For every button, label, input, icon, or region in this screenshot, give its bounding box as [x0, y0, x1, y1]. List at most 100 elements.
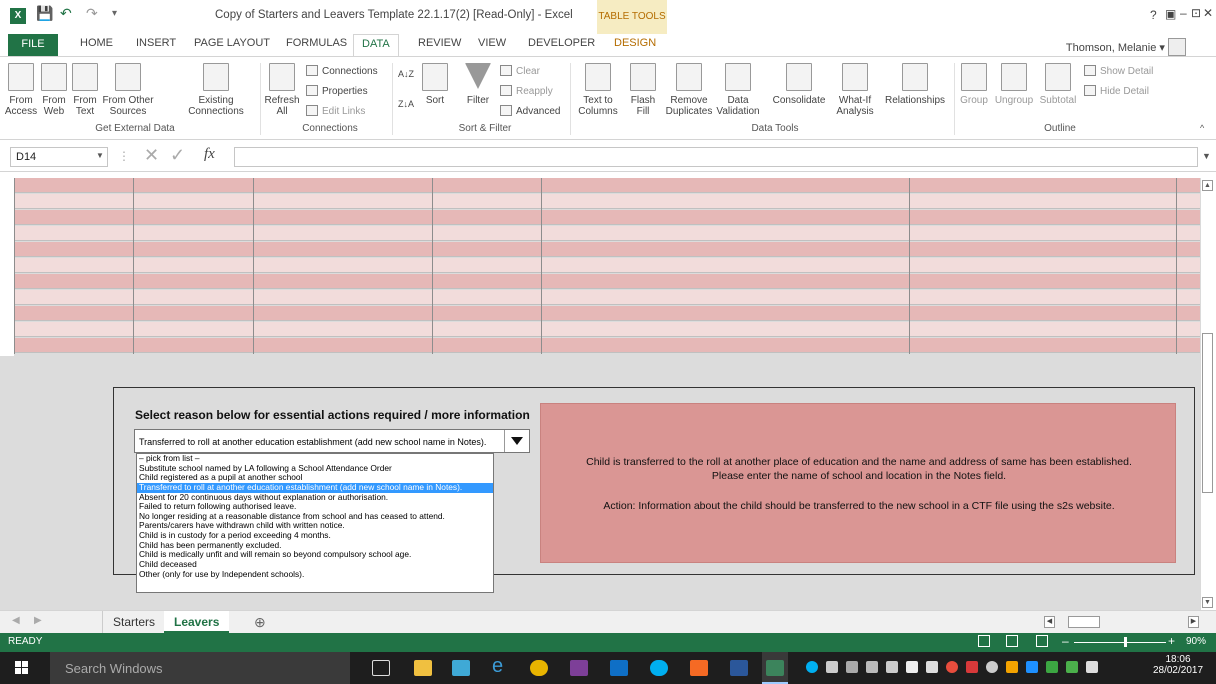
ribbon-display-icon[interactable]: ▣ — [1165, 7, 1176, 21]
reason-combobox[interactable]: Transferred to roll at another education… — [134, 429, 530, 453]
table-row[interactable] — [14, 338, 1200, 353]
show-detail-button[interactable]: Show Detail — [1084, 65, 1153, 77]
enter-icon[interactable]: ✓ — [170, 145, 185, 166]
normal-view-icon[interactable] — [978, 635, 990, 647]
existing-connections-button[interactable]: Existing Connections — [188, 63, 244, 117]
consolidate-button[interactable]: Consolidate — [768, 63, 830, 106]
sheet-tab-starters[interactable]: Starters — [102, 611, 165, 633]
tab-review[interactable]: REVIEW — [418, 37, 461, 49]
formula-input[interactable] — [234, 147, 1198, 167]
tray-network-icon[interactable] — [846, 661, 858, 673]
name-box-dropdown-icon[interactable]: ▼ — [96, 151, 104, 160]
scrollbar-thumb[interactable] — [1202, 333, 1213, 493]
file-explorer-icon[interactable] — [414, 660, 432, 676]
tray-mail-icon[interactable] — [906, 661, 918, 673]
zoom-out-icon[interactable]: – — [1062, 634, 1069, 648]
tab-home[interactable]: HOME — [80, 37, 113, 49]
zoom-in-icon[interactable]: + — [1168, 634, 1175, 648]
remove-duplicates-button[interactable]: Remove Duplicates — [664, 63, 714, 117]
table-row[interactable] — [14, 258, 1200, 273]
clear-button[interactable]: Clear — [500, 65, 540, 77]
tray-red-icon[interactable] — [946, 661, 958, 673]
from-text-button[interactable]: From Text — [70, 63, 100, 117]
undo-icon[interactable]: ↶ — [60, 5, 72, 27]
relationships-button[interactable]: Relationships — [882, 63, 948, 106]
ungroup-button[interactable]: Ungroup — [992, 63, 1036, 106]
data-validation-button[interactable]: Data Validation — [714, 63, 762, 117]
outlook-icon[interactable] — [610, 660, 628, 676]
horizontal-scroll-thumb[interactable] — [1068, 616, 1100, 628]
zoom-level[interactable]: 90% — [1186, 636, 1206, 647]
prev-sheet-icon[interactable]: ◀ — [12, 615, 20, 626]
tray-app-icon[interactable] — [926, 661, 938, 673]
page-break-view-icon[interactable] — [1036, 635, 1048, 647]
group-button[interactable]: Group — [958, 63, 990, 106]
table-row[interactable] — [14, 306, 1200, 321]
flash-fill-button[interactable]: Flash Fill — [628, 63, 658, 117]
dropdown-option[interactable]: Other (only for use by Independent schoo… — [137, 569, 493, 580]
cancel-icon[interactable]: ✕ — [144, 145, 159, 166]
minimize-icon[interactable]: – — [1180, 6, 1187, 20]
sort-button[interactable]: Sort — [420, 63, 450, 106]
scroll-up-icon[interactable]: ▲ — [1202, 180, 1213, 191]
combobox-dropdown-icon[interactable] — [504, 430, 529, 452]
collapse-ribbon-icon[interactable]: ^ — [1200, 123, 1204, 133]
task-view-icon[interactable] — [372, 660, 390, 676]
reason-dropdown-list[interactable]: – pick from list – Substitute school name… — [136, 453, 494, 593]
subtotal-button[interactable]: Subtotal — [1038, 63, 1078, 106]
table-row[interactable] — [14, 210, 1200, 225]
sort-a-z-icon[interactable]: A↓Z — [398, 69, 414, 79]
next-sheet-icon[interactable]: ▶ — [34, 615, 42, 626]
table-row[interactable] — [14, 290, 1200, 305]
save-icon[interactable]: 💾 — [36, 5, 53, 27]
table-row[interactable] — [14, 242, 1200, 257]
tray-volume-icon[interactable] — [886, 661, 898, 673]
page-layout-view-icon[interactable] — [1006, 635, 1018, 647]
sort-z-a-icon[interactable]: Z↓A — [398, 99, 414, 109]
from-other-sources-button[interactable]: From Other Sources — [100, 63, 156, 117]
avatar[interactable] — [1168, 38, 1186, 56]
table-row[interactable] — [14, 322, 1200, 337]
table-row[interactable] — [14, 274, 1200, 289]
tab-formulas[interactable]: FORMULAS — [286, 37, 347, 49]
tray-keyboard-icon[interactable] — [1086, 661, 1098, 673]
chrome-icon[interactable] — [530, 660, 548, 676]
tab-design[interactable]: DESIGN — [614, 37, 656, 49]
tab-page-layout[interactable]: PAGE LAYOUT — [194, 37, 270, 49]
text-to-columns-button[interactable]: Text to Columns — [578, 63, 618, 117]
word-icon[interactable] — [730, 660, 748, 676]
table-row[interactable] — [14, 194, 1200, 209]
from-access-button[interactable]: From Access — [4, 63, 38, 117]
refresh-all-button[interactable]: Refresh All — [264, 63, 300, 117]
insert-function-icon[interactable]: fx — [204, 146, 215, 163]
tray-green-icon[interactable] — [1046, 661, 1058, 673]
tab-insert[interactable]: INSERT — [136, 37, 176, 49]
store-icon[interactable] — [452, 660, 470, 676]
tab-data[interactable]: DATA — [353, 34, 399, 56]
tray-settings-icon[interactable] — [986, 661, 998, 673]
advanced-button[interactable]: Advanced — [500, 105, 560, 117]
table-row[interactable] — [14, 178, 1200, 193]
sync-icon[interactable] — [690, 660, 708, 676]
windows-start-icon[interactable] — [15, 661, 29, 675]
new-sheet-icon[interactable]: ⊕ — [254, 614, 266, 631]
edit-links-button[interactable]: Edit Links — [306, 105, 365, 117]
name-box[interactable]: D14 — [10, 147, 108, 167]
help-icon[interactable]: ? — [1150, 8, 1157, 22]
tray-wifi-icon[interactable] — [866, 661, 878, 673]
scroll-right-icon[interactable]: ▶ — [1188, 616, 1199, 628]
tray-skype-icon[interactable] — [806, 661, 818, 673]
close-icon[interactable]: ✕ — [1203, 6, 1213, 20]
restore-icon[interactable]: ⊡ — [1191, 6, 1201, 20]
tab-view[interactable]: VIEW — [478, 37, 506, 49]
edge-icon[interactable]: e — [492, 655, 510, 677]
customize-qat-icon[interactable]: ▾ — [112, 8, 117, 30]
tab-developer[interactable]: DEVELOPER — [528, 37, 595, 49]
properties-button[interactable]: Properties — [306, 85, 368, 97]
clock[interactable]: 18:06 28/02/2017 — [1150, 654, 1206, 676]
scroll-down-icon[interactable]: ▼ — [1202, 597, 1213, 608]
sheet-tab-leavers[interactable]: Leavers — [164, 611, 230, 633]
tray-sync-icon[interactable] — [966, 661, 978, 673]
tray-shield-icon[interactable] — [1066, 661, 1078, 673]
table-row[interactable] — [14, 226, 1200, 241]
